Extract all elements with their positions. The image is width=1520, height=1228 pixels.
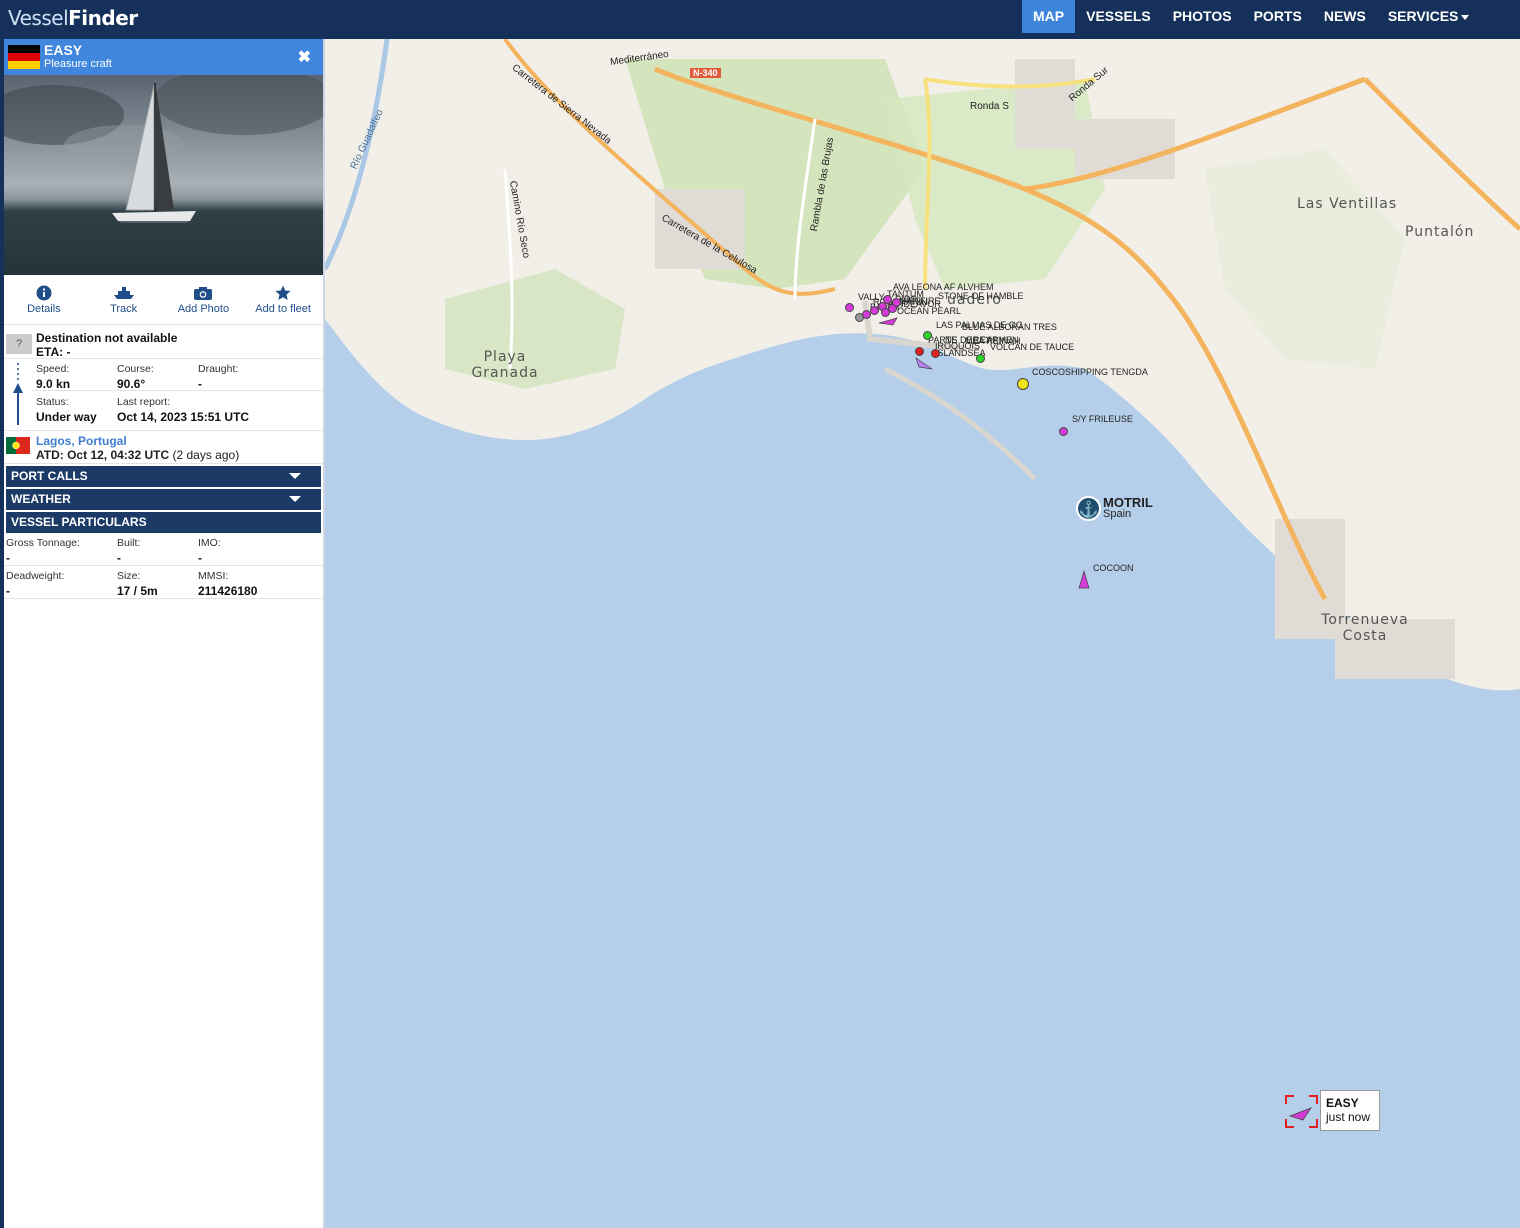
departure-port-link[interactable]: Lagos, Portugal	[36, 434, 127, 448]
ship-icon	[113, 287, 134, 299]
destination-label: Destination not available	[36, 331, 178, 345]
built-value: -	[117, 551, 121, 565]
selected-vessel-target[interactable]	[1285, 1095, 1318, 1128]
navigation-data: Speed: 9.0 kn Course: 90.6° Draught: - S…	[4, 359, 323, 430]
germany-flag-icon	[8, 45, 40, 69]
port-country: Spain	[1103, 508, 1132, 520]
vessel-name: EASY	[44, 42, 83, 58]
deadweight-value: -	[6, 584, 10, 598]
info-icon	[36, 285, 52, 301]
add-to-fleet-button[interactable]: Add to fleet	[243, 275, 323, 324]
anchor-icon[interactable]: ⚓	[1076, 496, 1101, 521]
place-playa-granada: Playa Granada	[471, 349, 539, 381]
vessel-actions: Details Track Add Photo Add to fleet	[4, 275, 323, 325]
mmsi-value: 211426180	[198, 584, 258, 598]
imo-value: -	[198, 551, 202, 565]
vessel-panel: EASY Pleasure craft ✖ Details Track Add …	[0, 39, 325, 1228]
vessel-photo[interactable]	[4, 75, 323, 275]
vessel-label[interactable]: OCEAN PEARL	[897, 306, 961, 316]
vessel-marker[interactable]	[892, 298, 901, 307]
expand-icon	[289, 473, 301, 479]
vessel-marker[interactable]	[1059, 427, 1068, 436]
star-icon	[275, 285, 291, 300]
track-button[interactable]: Track	[84, 275, 164, 324]
last-report-value: Oct 14, 2023 15:51 UTC	[117, 410, 250, 424]
vessel-marker[interactable]	[976, 354, 985, 363]
place-puntalon: Puntalón	[1405, 224, 1475, 240]
nav-photos[interactable]: PHOTOS	[1162, 0, 1243, 33]
nav-news[interactable]: NEWS	[1313, 0, 1377, 33]
road-shield-n340: N-340	[690, 68, 721, 78]
vessel-marker[interactable]	[915, 347, 924, 356]
vessel-marker[interactable]	[1017, 378, 1029, 390]
status-value: Under way	[36, 410, 97, 424]
size-value: 17 / 5m	[117, 584, 158, 598]
route-progress-icon	[13, 363, 23, 425]
draught-value: -	[198, 377, 202, 391]
nav-map[interactable]: MAP	[1022, 0, 1076, 33]
expand-icon	[289, 496, 301, 502]
vessel-marker[interactable]	[923, 331, 932, 340]
atd-value: ATD: Oct 12, 04:32 UTC (2 days ago)	[36, 448, 240, 462]
vessel-marker[interactable]	[883, 295, 892, 304]
particulars-row-1: Gross Tonnage: - Built: - IMO: -	[4, 533, 323, 566]
details-button[interactable]: Details	[4, 275, 84, 324]
top-navbar: VesselFinder MAP VESSELS PHOTOS PORTS NE…	[0, 0, 1520, 39]
place-las-ventillas: Las Ventillas	[1297, 196, 1398, 212]
departure-row: Lagos, Portugal ATD: Oct 12, 04:32 UTC (…	[4, 430, 323, 464]
camera-icon	[194, 287, 213, 300]
nav-vessels[interactable]: VESSELS	[1075, 0, 1162, 33]
vessel-label[interactable]: COSCOSHIPPING TENGDA	[1032, 367, 1148, 377]
vessel-label[interactable]: COCOON	[1093, 563, 1134, 573]
map-canvas[interactable]: N-340 Carretera de Sierra Nevada Mediter…	[325, 39, 1520, 1228]
vessel-label[interactable]: S/Y FRILEUSE	[1072, 414, 1133, 424]
speed-value: 9.0 kn	[36, 377, 71, 391]
eta-value: ETA: -	[36, 345, 71, 359]
nav-services[interactable]: SERVICES	[1377, 0, 1481, 33]
gross-tonnage-value: -	[6, 551, 10, 565]
main-nav: MAP VESSELS PHOTOS PORTS NEWS SERVICES	[1022, 0, 1480, 33]
weather-section[interactable]: WEATHER	[6, 489, 321, 510]
close-icon[interactable]: ✖	[298, 47, 311, 67]
vessel-label[interactable]: MEA REINAH	[965, 336, 1021, 346]
destination-row: ? Destination not available ETA: -	[4, 325, 323, 359]
particulars-row-2: Deadweight: - Size: 17 / 5m MMSI: 211426…	[4, 566, 323, 599]
vessel-header: EASY Pleasure craft ✖	[4, 39, 323, 75]
add-photo-button[interactable]: Add Photo	[164, 275, 244, 324]
vessel-arrow[interactable]	[1078, 570, 1090, 590]
port-calls-section[interactable]: PORT CALLS	[6, 466, 321, 487]
sailboat-image	[112, 83, 196, 223]
vessel-label[interactable]: STONE OF HAMBLE	[938, 291, 1023, 301]
vessel-type: Pleasure craft	[44, 58, 112, 70]
vessel-marker[interactable]	[845, 303, 854, 312]
selected-vessel-tooltip[interactable]: EASY just now	[1320, 1090, 1380, 1131]
vessel-arrow[interactable]	[915, 357, 933, 371]
vessel-label[interactable]: BLUE ALBORAN TRES	[962, 322, 1057, 332]
nav-ports[interactable]: PORTS	[1243, 0, 1313, 33]
vessel-particulars-section[interactable]: VESSEL PARTICULARS	[6, 512, 321, 533]
unknown-destination-badge: ?	[6, 334, 32, 354]
vesselfinder-logo[interactable]: VesselFinder	[8, 6, 138, 30]
course-value: 90.6°	[117, 377, 146, 391]
caret-down-icon	[1461, 14, 1470, 20]
place-torrenueva: Torrenueva Costa	[1321, 612, 1409, 644]
portugal-flag-icon	[6, 437, 30, 454]
vessel-arrow[interactable]	[878, 317, 898, 327]
